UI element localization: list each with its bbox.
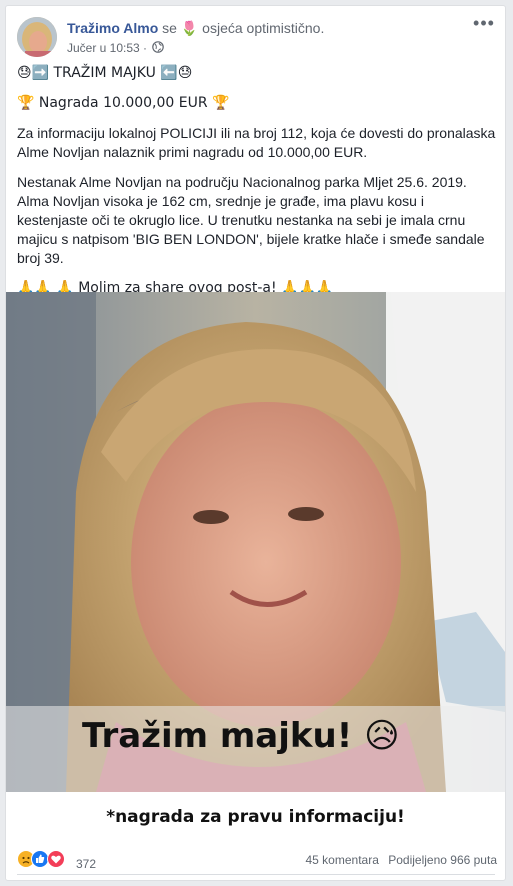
love-reaction-icon <box>47 850 65 868</box>
post-line-searching: 😓➡️ TRAŽIM MAJKU ⬅️😓 <box>17 65 193 81</box>
avatar[interactable] <box>17 17 57 57</box>
feeling-text[interactable]: osjeća optimistično. <box>198 20 324 36</box>
post-photo[interactable]: Tražim majku! 😥 <box>6 292 505 792</box>
post-meta: Jučer u 10:53 · <box>67 41 165 56</box>
comments-link[interactable]: 45 komentara <box>306 853 379 867</box>
post-paragraph-info: Za informaciju lokalnoj POLICIJI ili na … <box>17 125 496 160</box>
post-text: 😓➡️ TRAŽIM MAJKU ⬅️😓 🏆 Nagrada 10.000,00… <box>17 64 497 309</box>
tulip-icon: 🌷 <box>180 21 199 37</box>
divider <box>17 874 495 875</box>
post-header: Tražimo Almo se 🌷 osjeća optimistično. J… <box>17 14 497 61</box>
post-line-reward: 🏆 Nagrada 10.000,00 EUR 🏆 <box>17 95 230 111</box>
post-stats: 372 45 komentara Podijeljeno 966 puta <box>17 846 498 871</box>
post-card: Tražimo Almo se 🌷 osjeća optimistično. J… <box>5 5 506 881</box>
author-link[interactable]: Tražimo Almo <box>67 20 158 36</box>
feeling-prefix: se <box>158 20 181 36</box>
crying-face-icon: 😥 <box>364 716 400 756</box>
shares-link[interactable]: Podijeljeno 966 puta <box>388 853 497 867</box>
more-options-button[interactable]: ••• <box>471 14 497 39</box>
timestamp[interactable]: Jučer u 10:53 · <box>67 41 147 55</box>
header-title: Tražimo Almo se 🌷 osjeća optimistično. <box>67 20 324 37</box>
engagement-links: 45 komentara Podijeljeno 966 puta <box>306 853 498 867</box>
image-caption-text: Tražim majku! <box>82 716 353 756</box>
image-caption: Tražim majku! 😥 <box>82 716 400 756</box>
reaction-count: 372 <box>76 857 97 871</box>
image-footer: *nagrada za pravu informaciju! <box>6 792 505 842</box>
globe-icon <box>152 41 165 56</box>
post-paragraph-description: Nestanak Alme Novljan na području Nacion… <box>17 174 485 266</box>
